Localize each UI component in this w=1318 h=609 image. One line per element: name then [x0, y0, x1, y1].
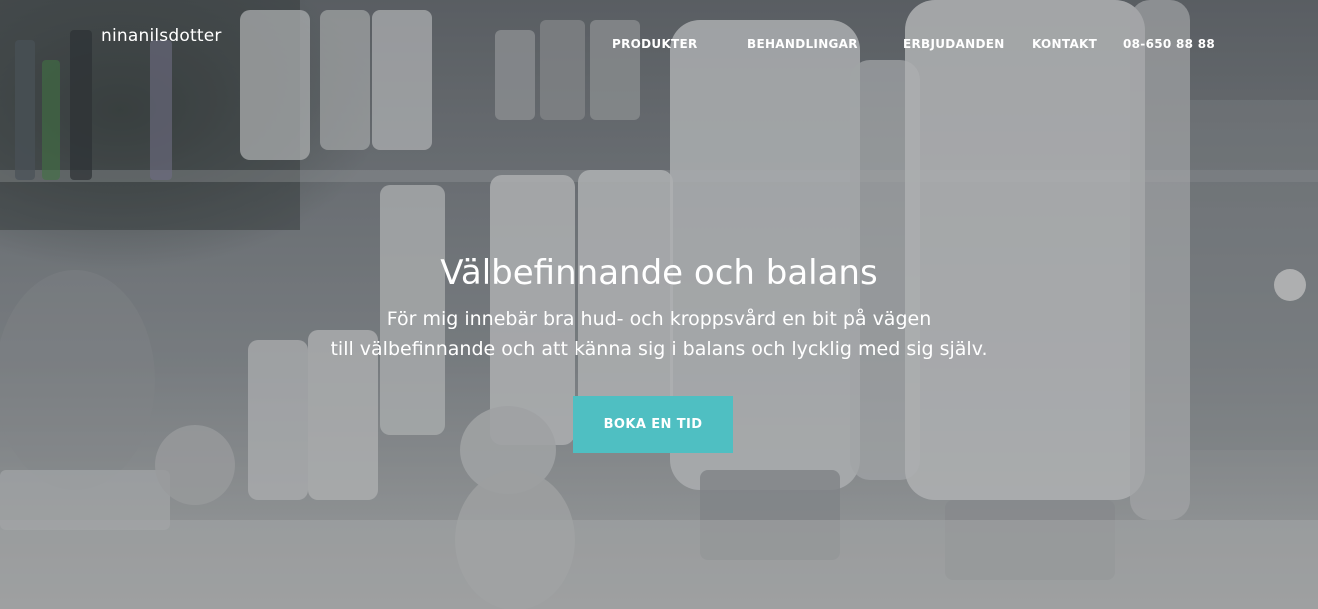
nav-item-kontakt[interactable]: KONTAKT: [1032, 37, 1097, 51]
hero-section: ninanilsdotter PRODUKTER BEHANDLINGAR ER…: [0, 0, 1318, 609]
nav-item-behandlingar[interactable]: BEHANDLINGAR: [747, 37, 858, 51]
hero-lead: För mig innebär bra hud- och kroppsvård …: [0, 304, 1318, 364]
hero-lead-line-1: För mig innebär bra hud- och kroppsvård …: [386, 308, 932, 330]
hero-title: Välbefinnande och balans: [440, 253, 878, 293]
brand-logo[interactable]: ninanilsdotter: [101, 26, 222, 46]
hero-lead-line-2: till välbefinnande och att känna sig i b…: [330, 338, 988, 360]
nav-item-erbjudanden[interactable]: ERBJUDANDEN: [903, 37, 1005, 51]
nav-item-phone[interactable]: 08-650 88 88: [1123, 37, 1215, 51]
book-appointment-button[interactable]: BOKA EN TID: [573, 396, 733, 453]
nav-item-produkter[interactable]: PRODUKTER: [612, 37, 698, 51]
